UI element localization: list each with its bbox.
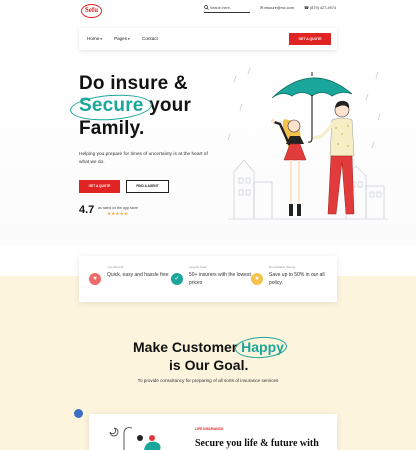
main-nav: Home▾ Pages▾ Contact GET A QUOTE: [79, 28, 337, 50]
goal-subtitle: To provide consultancy for preparing of …: [137, 378, 279, 383]
email-contact[interactable]: ✉elsoure@mc.com: [260, 5, 294, 10]
feature-label: Largest Team: [189, 265, 208, 269]
feature-item: ✓ Largest Team 50+ insurers with the low…: [171, 265, 253, 295]
feature-text: Quick, easy and hassle free: [107, 272, 169, 278]
features-card: ♥ Your Benefit Quick, easy and hassle fr…: [79, 256, 337, 302]
hero-description: Helping you prepare for times of uncerta…: [79, 152, 208, 165]
top-bar: Sefu Search here.. ✉elsoure@mc.com ☎(879…: [0, 0, 416, 26]
feature-text: 50+ insurers with the lowest prices: [189, 272, 251, 286]
life-insurance-label: LIFE INSURANCE: [195, 427, 224, 431]
nav-item-label: Contact: [142, 36, 158, 41]
feature-item: ★ Remarkable Saving Save up to 50% in ou…: [251, 265, 333, 295]
nav-item-contact[interactable]: Contact: [142, 36, 158, 41]
email-text: elsoure@mc.com: [264, 6, 294, 10]
star-icon: ★: [251, 273, 263, 285]
goal-heading-start: Make Customer: [133, 339, 238, 355]
get-quote-button[interactable]: GET A QUOTE: [79, 180, 120, 193]
check-icon: ✓: [171, 273, 183, 285]
chevron-down-icon: ▾: [128, 37, 130, 41]
rating-value: 4.7: [79, 204, 95, 216]
search-field[interactable]: Search here..: [204, 4, 250, 13]
decorative-blob: [74, 409, 83, 418]
feature-label: Remarkable Saving: [269, 265, 296, 269]
feature-text: Save up to 50% in our all policy.: [269, 272, 325, 286]
rating-stars: ★★★★★: [107, 211, 129, 216]
phone-text: (879) 427-4974: [309, 6, 336, 10]
phone-icon: ☎: [304, 5, 309, 10]
hero-heading-line2-rest: your: [149, 95, 192, 116]
nav-item-pages[interactable]: Pages▾: [114, 36, 130, 41]
life-insurance-illustration: [109, 427, 161, 450]
rating-caption: as rated on the app store: [98, 206, 138, 210]
nav-item-label: Home: [87, 36, 100, 41]
couple-umbrella-illustration: [228, 67, 388, 220]
feature-label: Your Benefit: [107, 265, 124, 269]
mail-icon: ✉: [260, 5, 264, 10]
heart-icon: ♥: [89, 273, 101, 285]
nav-item-label: Pages: [114, 36, 128, 41]
nav-quote-button[interactable]: GET A QUOTE: [289, 33, 331, 45]
site-logo[interactable]: Sefu: [81, 4, 102, 18]
search-icon: [204, 5, 209, 10]
search-placeholder: Search here..: [210, 6, 232, 10]
hero-heading-line3: Family.: [79, 118, 145, 139]
nav-item-home[interactable]: Home▾: [87, 36, 102, 41]
chevron-down-icon: ▾: [100, 37, 103, 41]
phone-contact[interactable]: ☎(879) 427-4974: [304, 5, 336, 10]
find-agent-button[interactable]: FIND A AGENT: [126, 180, 169, 193]
hero-heading-line1: Do insure &: [79, 73, 188, 94]
goal-heading-line2: is Our Goal.: [169, 357, 249, 373]
feature-item: ♥ Your Benefit Quick, easy and hassle fr…: [89, 265, 171, 295]
life-insurance-title: Secure you life & future with: [195, 438, 319, 449]
